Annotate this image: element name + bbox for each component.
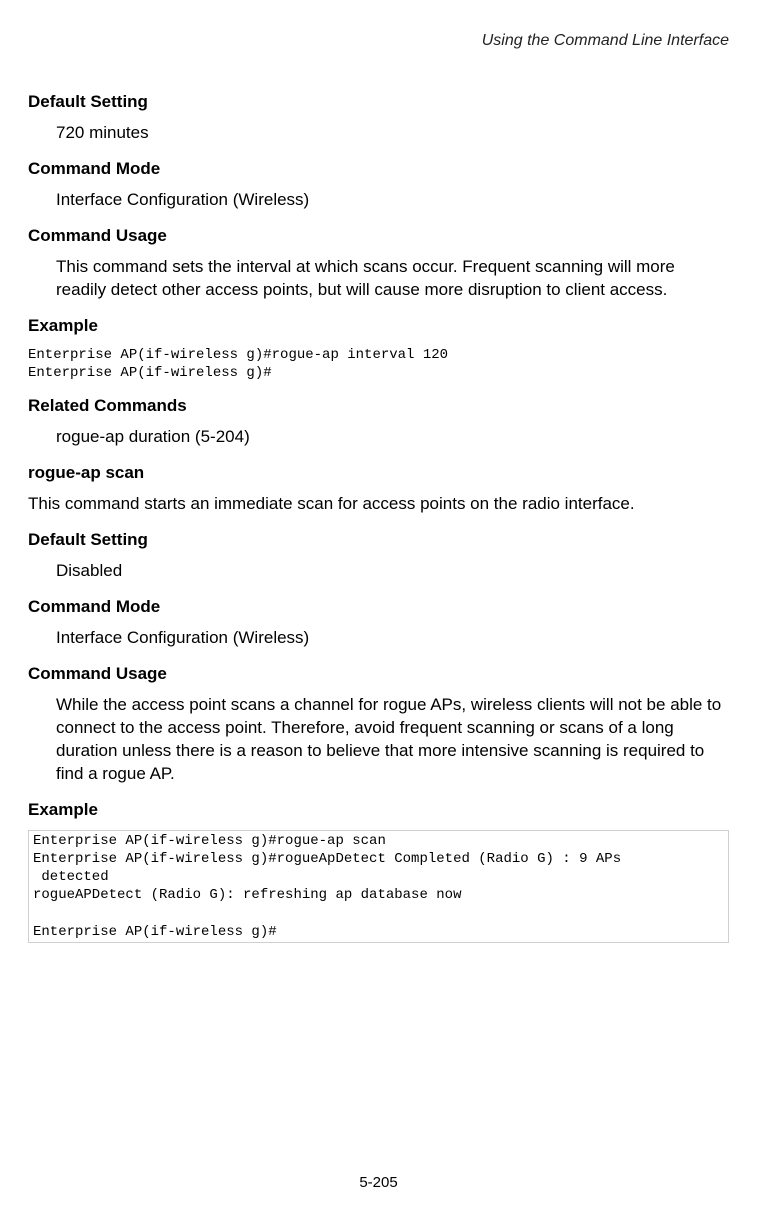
command-usage-heading-1: Command Usage: [28, 226, 729, 246]
command-name-heading: rogue-ap scan: [28, 463, 729, 483]
running-header: Using the Command Line Interface: [28, 32, 729, 50]
example-code-1: Enterprise AP(if-wireless g)#rogue-ap in…: [28, 346, 729, 382]
command-description: This command starts an immediate scan fo…: [28, 493, 729, 516]
page-number: 5-205: [0, 1174, 757, 1191]
command-mode-value-2: Interface Configuration (Wireless): [56, 627, 729, 650]
example-heading-1: Example: [28, 316, 729, 336]
command-usage-value-2: While the access point scans a channel f…: [56, 694, 729, 786]
command-mode-value-1: Interface Configuration (Wireless): [56, 189, 729, 212]
default-setting-value-2: Disabled: [56, 560, 729, 583]
example-code-2: Enterprise AP(if-wireless g)#rogue-ap sc…: [28, 830, 729, 943]
related-commands-heading: Related Commands: [28, 396, 729, 416]
default-setting-heading-2: Default Setting: [28, 530, 729, 550]
command-usage-heading-2: Command Usage: [28, 664, 729, 684]
default-setting-heading-1: Default Setting: [28, 92, 729, 112]
command-mode-heading-2: Command Mode: [28, 597, 729, 617]
related-commands-value: rogue-ap duration (5-204): [56, 426, 729, 449]
default-setting-value-1: 720 minutes: [56, 122, 729, 145]
command-usage-value-1: This command sets the interval at which …: [56, 256, 729, 302]
command-mode-heading-1: Command Mode: [28, 159, 729, 179]
example-heading-2: Example: [28, 800, 729, 820]
